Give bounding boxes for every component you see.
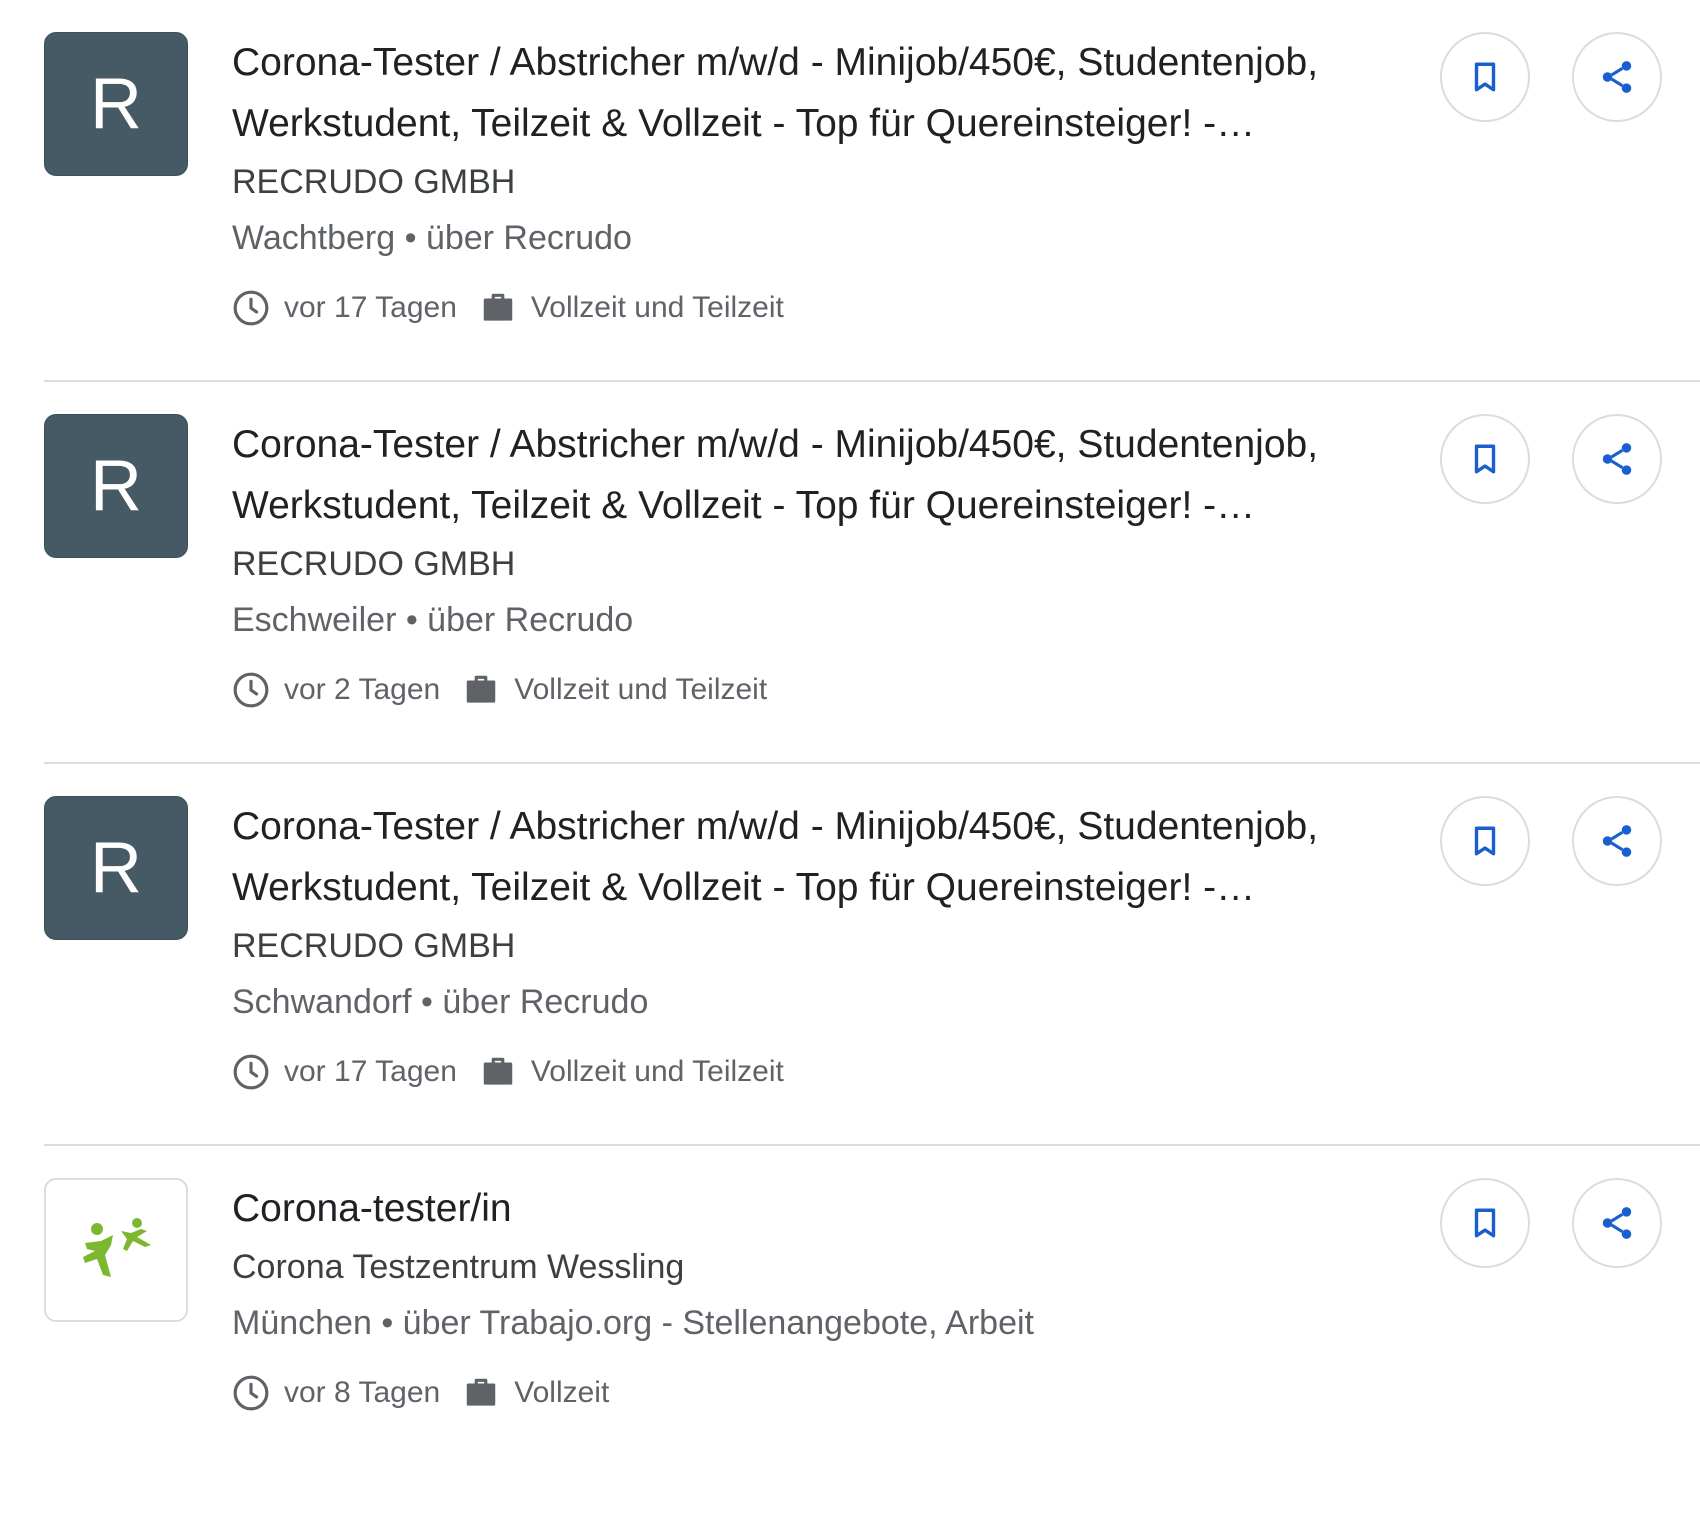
job-title[interactable]: Corona-tester/in [232, 1178, 1412, 1239]
logo-letter: R [90, 446, 142, 526]
posted-text: vor 8 Tagen [284, 1376, 441, 1409]
bookmark-icon [1474, 1208, 1496, 1238]
bookmark-icon [1474, 826, 1496, 856]
briefcase-icon [466, 1378, 496, 1406]
clock-icon [233, 1375, 269, 1411]
job-actions [1440, 32, 1700, 122]
company-logo [44, 1178, 188, 1322]
job-location: Wachtberg • über Recrudo [232, 219, 632, 257]
share-icon [1602, 61, 1632, 93]
employment-type-text: Vollzeit [514, 1376, 610, 1409]
job-title[interactable]: Corona-Tester / Abstricher m/w/d - Minij… [232, 32, 1412, 154]
job-meta: vor 17 Tagen Vollzeit und Teilzeit [232, 280, 1412, 336]
briefcase-icon [483, 293, 513, 321]
employment-type: Vollzeit und Teilzeit [479, 1053, 784, 1091]
job-content: Corona-Tester / Abstricher m/w/d - Minij… [232, 796, 1412, 1100]
posted-text: vor 17 Tagen [284, 291, 457, 324]
employment-type-text: Vollzeit und Teilzeit [530, 291, 784, 324]
bookmark-icon [1474, 62, 1496, 92]
job-content: Corona-Tester / Abstricher m/w/d - Minij… [232, 414, 1412, 718]
company-name: Corona Testzentrum Wessling [232, 1248, 685, 1286]
save-button[interactable] [1440, 796, 1530, 886]
job-card[interactable]: R Corona-Tester / Abstricher m/w/d - Min… [44, 0, 1700, 382]
employment-type: Vollzeit und Teilzeit [479, 289, 784, 327]
clock-icon [233, 672, 269, 708]
job-meta: vor 2 Tagen Vollzeit und Teilzeit [232, 662, 1412, 718]
posted-date: vor 2 Tagen [232, 671, 440, 709]
save-button[interactable] [1440, 32, 1530, 122]
logo-letter: R [90, 828, 142, 908]
company-name: RECRUDO GMBH [232, 927, 516, 965]
job-card[interactable]: R Corona-Tester / Abstricher m/w/d - Min… [44, 382, 1700, 764]
share-button[interactable] [1572, 414, 1662, 504]
employment-type: Vollzeit [462, 1374, 609, 1412]
job-content: Corona-tester/in Corona Testzentrum Wess… [232, 1178, 1412, 1421]
posted-date: vor 17 Tagen [232, 1053, 457, 1091]
job-meta: vor 17 Tagen Vollzeit und Teilzeit [232, 1044, 1412, 1100]
people-logo-icon [83, 1218, 151, 1277]
job-title[interactable]: Corona-Tester / Abstricher m/w/d - Minij… [232, 796, 1412, 918]
save-button[interactable] [1440, 1178, 1530, 1268]
company-name: RECRUDO GMBH [232, 545, 516, 583]
posted-date: vor 8 Tagen [232, 1374, 440, 1412]
briefcase-icon [483, 1057, 513, 1085]
logo-letter: R [90, 64, 142, 144]
employment-type: Vollzeit und Teilzeit [462, 671, 767, 709]
job-location: Eschweiler • über Recrudo [232, 601, 634, 639]
job-title[interactable]: Corona-Tester / Abstricher m/w/d - Minij… [232, 414, 1412, 536]
company-logo: R [44, 32, 188, 176]
clock-icon [233, 1054, 269, 1090]
job-list: R Corona-Tester / Abstricher m/w/d - Min… [0, 0, 1700, 1528]
briefcase-icon [466, 675, 496, 703]
company-logo: R [44, 414, 188, 558]
posted-text: vor 2 Tagen [284, 673, 441, 706]
share-button[interactable] [1572, 1178, 1662, 1268]
job-content: Corona-Tester / Abstricher m/w/d - Minij… [232, 32, 1412, 336]
employment-type-text: Vollzeit und Teilzeit [530, 1055, 784, 1088]
job-location: München • über Trabajo.org - Stellenange… [232, 1304, 1034, 1342]
share-icon [1602, 1207, 1632, 1239]
employment-type-text: Vollzeit und Teilzeit [514, 673, 768, 706]
clock-icon [233, 290, 269, 326]
company-name: RECRUDO GMBH [232, 163, 516, 201]
job-card[interactable]: R Corona-Tester / Abstricher m/w/d - Min… [44, 764, 1700, 1146]
job-actions [1440, 1178, 1700, 1268]
share-button[interactable] [1572, 32, 1662, 122]
share-icon [1602, 443, 1632, 475]
save-button[interactable] [1440, 414, 1530, 504]
job-actions [1440, 796, 1700, 886]
job-card[interactable]: Corona-tester/in Corona Testzentrum Wess… [44, 1146, 1700, 1528]
posted-text: vor 17 Tagen [284, 1055, 457, 1088]
bookmark-icon [1474, 444, 1496, 474]
share-icon [1602, 825, 1632, 857]
share-button[interactable] [1572, 796, 1662, 886]
company-logo: R [44, 796, 188, 940]
job-location: Schwandorf • über Recrudo [232, 983, 649, 1021]
posted-date: vor 17 Tagen [232, 289, 457, 327]
job-meta: vor 8 Tagen Vollzeit [232, 1365, 1412, 1421]
job-actions [1440, 414, 1700, 504]
